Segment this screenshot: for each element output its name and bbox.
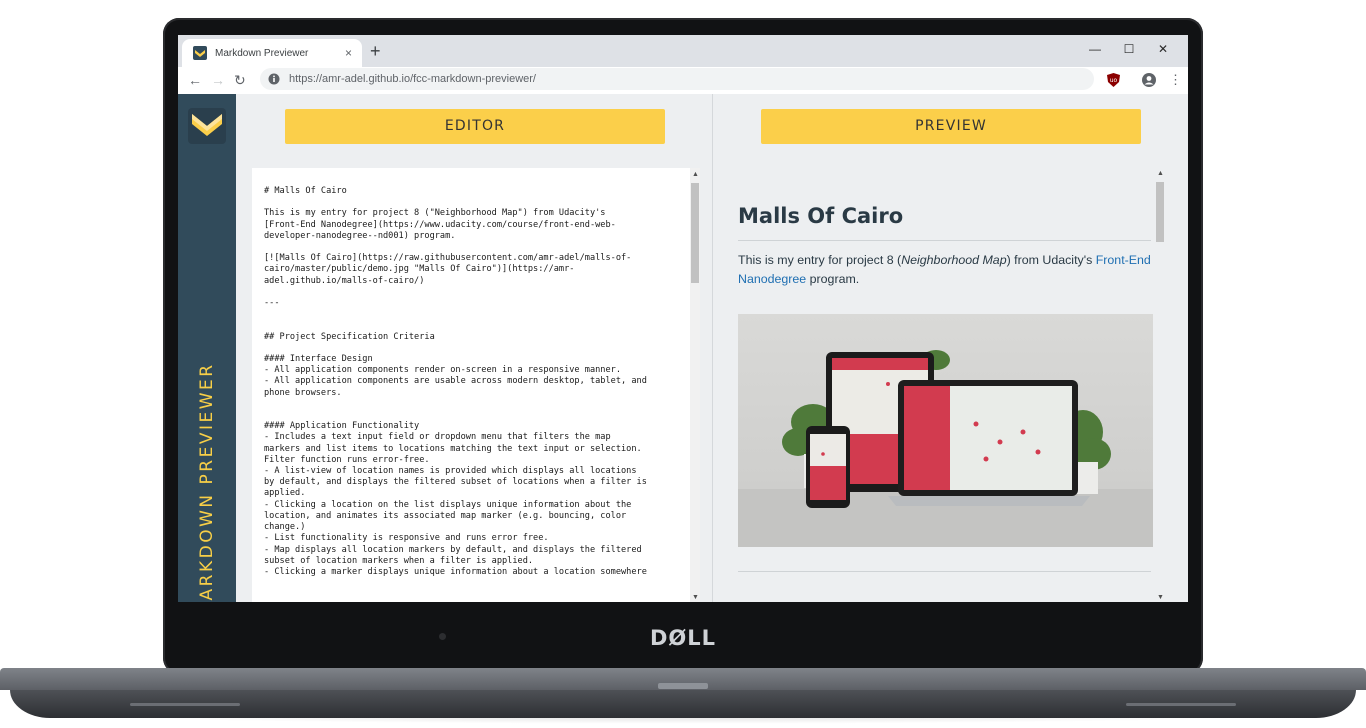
back-button[interactable]: ← (188, 72, 202, 88)
reload-button[interactable]: ↻ (234, 72, 246, 89)
dell-logo: DØLL (649, 626, 717, 650)
laptop-base (0, 668, 1366, 720)
preview-divider (738, 240, 1151, 241)
preview-text-1: This is my entry for project 8 ( (738, 253, 902, 267)
tab-close-icon[interactable]: × (345, 46, 352, 60)
new-tab-button[interactable]: + (370, 41, 381, 62)
preview-text-3: program. (806, 272, 860, 286)
editor-scroll-up-icon[interactable]: ▲ (692, 171, 699, 178)
preview-title: Malls Of Cairo (738, 204, 904, 228)
editor-scroll-thumb[interactable] (691, 183, 699, 283)
preview-emphasis: Neighborhood Map (901, 253, 1007, 267)
devices-mockup-illustration (738, 350, 1153, 547)
profile-icon[interactable] (1142, 73, 1156, 87)
preview-scroll-thumb[interactable] (1156, 182, 1164, 242)
browser-tab[interactable]: Markdown Previewer × (182, 39, 362, 67)
app-logo (188, 108, 226, 144)
window-controls: — ☐ ✕ (1078, 38, 1180, 60)
forward-button[interactable]: → (211, 72, 225, 88)
app: MARKDOWN PREVIEWER EDITOR PREVIEW # Mall… (178, 94, 1188, 602)
tab-title: Markdown Previewer (215, 47, 309, 59)
close-window-button[interactable]: ✕ (1146, 38, 1180, 60)
preview-scroll-down-icon[interactable]: ▼ (1157, 594, 1164, 601)
address-bar[interactable]: https://amr-adel.github.io/fcc-markdown-… (260, 68, 1094, 90)
laptop-foot-left (130, 703, 240, 706)
logo-chevron-icon (192, 114, 222, 136)
browser-tabstrip: Markdown Previewer × + — ☐ ✕ (178, 35, 1188, 67)
browser-menu-icon[interactable]: ⋮ (1169, 72, 1182, 88)
editor-scrollbar[interactable]: ▲ ▼ (690, 168, 700, 602)
preview-pane: Malls Of Cairo This is my entry for proj… (725, 168, 1165, 602)
preview-scroll-up-icon[interactable]: ▲ (1157, 170, 1164, 177)
laptop-hinge-notch (658, 683, 708, 689)
screen: Markdown Previewer × + — ☐ ✕ ← → ↻ https… (178, 35, 1188, 602)
maximize-button[interactable]: ☐ (1112, 38, 1146, 60)
pane-divider (712, 94, 713, 602)
preview-button[interactable]: PREVIEW (761, 109, 1141, 144)
browser-toolbar: ← → ↻ https://amr-adel.github.io/fcc-mar… (178, 67, 1188, 95)
site-info-icon[interactable] (268, 73, 280, 85)
markdown-previewer-favicon-icon (193, 46, 207, 60)
editor-button[interactable]: EDITOR (285, 109, 665, 144)
preview-divider-2 (738, 571, 1151, 572)
editor-textarea[interactable]: # Malls Of Cairo This is my entry for pr… (252, 168, 700, 602)
laptop-foot-right (1126, 703, 1236, 706)
minimize-button[interactable]: — (1078, 38, 1112, 60)
preview-scrollbar[interactable]: ▲ ▼ (1155, 168, 1165, 602)
url-text: https://amr-adel.github.io/fcc-markdown-… (289, 73, 536, 85)
sidebar-title: MARKDOWN PREVIEWER (197, 362, 217, 602)
sidebar: MARKDOWN PREVIEWER (178, 94, 236, 602)
ublock-extension-icon[interactable]: uo (1107, 73, 1120, 87)
svg-text:uo: uo (1110, 77, 1118, 84)
preview-demo-image[interactable] (738, 314, 1153, 547)
editor-scroll-down-icon[interactable]: ▼ (692, 594, 699, 601)
preview-paragraph: This is my entry for project 8 (Neighbor… (738, 251, 1151, 289)
editor-content: # Malls Of Cairo This is my entry for pr… (264, 186, 647, 577)
preview-text-2: ) from Udacity's (1006, 253, 1096, 267)
